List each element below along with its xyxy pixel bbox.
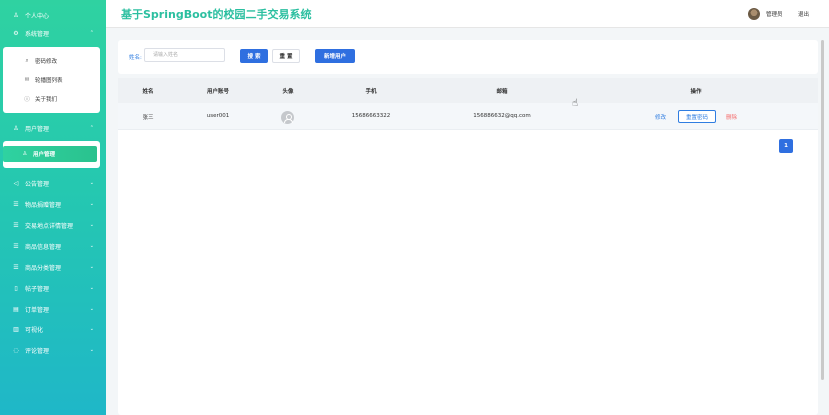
pagination-page-button[interactable]: 1 — [779, 139, 793, 153]
sidebar-item-about-us[interactable]: ⓘ 关于我们 — [3, 92, 100, 106]
cell-name: 张三 — [142, 115, 154, 121]
list-icon: ☰ — [13, 242, 19, 250]
sidebar-item-user-management[interactable]: ♙ 用户管理 ⌃ — [0, 121, 106, 135]
avatar[interactable] — [748, 8, 760, 20]
chevron-up-icon: ⌃ — [89, 30, 94, 36]
search-button[interactable]: 搜 索 — [240, 49, 268, 63]
delete-link[interactable]: 删除 — [726, 113, 737, 121]
chevron-down-icon: ⌄ — [89, 222, 94, 228]
name-label: 姓名: — [129, 55, 142, 61]
chart-icon: ▥ — [13, 325, 19, 333]
sidebar-item-label: 交易地点详情管理 — [25, 222, 74, 230]
mail-icon: ✉ — [24, 77, 30, 83]
sidebar-item-announcements[interactable]: ◁ 公告管理 ⌄ — [0, 176, 106, 190]
info-icon: ⓘ — [24, 97, 30, 103]
chevron-down-icon: ⌄ — [89, 326, 94, 332]
search-bar: 姓名: 请输入姓名 搜 索 重 置 新增用户 — [118, 40, 818, 74]
document-icon: ▤ — [13, 305, 19, 313]
users-icon: ♙ — [13, 124, 19, 132]
chevron-down-icon: ⌄ — [89, 201, 94, 207]
sidebar-item-carousel-list[interactable]: ✉ 轮播图列表 — [3, 73, 100, 87]
scrollbar[interactable] — [820, 30, 826, 385]
edit-link[interactable]: 修改 — [655, 113, 666, 121]
sidebar-item-visualization[interactable]: ▥ 可视化 ⌄ — [0, 322, 106, 336]
chevron-up-icon: ⌃ — [89, 125, 94, 131]
sidebar-item-label: 商品信息管理 — [25, 243, 62, 251]
chevron-down-icon: ⌄ — [89, 285, 94, 291]
sidebar-item-donations[interactable]: ☰ 物品捐赠管理 ⌄ — [0, 197, 106, 211]
sidebar-item-label: 密码修改 — [35, 59, 58, 65]
sidebar-item-categories[interactable]: ☰ 商品分类管理 ⌄ — [0, 260, 106, 274]
system-submenu: ⌕ 密码修改 ✉ 轮播图列表 ⓘ 关于我们 — [3, 47, 100, 113]
sidebar-item-label: 用户管理 — [25, 125, 50, 133]
list-icon: ☰ — [13, 221, 19, 229]
sidebar-item-personal-center[interactable]: ♙ 个人中心 — [0, 8, 106, 22]
sidebar-item-label: 商品分类管理 — [25, 264, 62, 272]
chevron-down-icon: ⌄ — [89, 306, 94, 312]
user-table: 姓名 用户账号 头像 手机 邮箱 操作 张三 user001 156866633… — [118, 78, 818, 415]
chevron-down-icon: ⌄ — [89, 264, 94, 270]
sidebar-item-label: 系统管理 — [25, 30, 50, 38]
user-avatar-placeholder — [281, 111, 294, 124]
sidebar-item-label: 公告管理 — [25, 180, 50, 188]
sidebar-item-system-management[interactable]: ⚙ 系统管理 ⌃ — [0, 26, 106, 40]
column-header-email: 邮箱 — [496, 89, 508, 95]
sidebar-item-label: 用户管理 — [33, 152, 56, 158]
user-icon: ♙ — [13, 11, 19, 19]
gear-icon: ⚙ — [13, 29, 19, 37]
reset-password-button[interactable]: 重置密码 — [678, 110, 716, 123]
sidebar-item-label: 物品捐赠管理 — [25, 201, 62, 209]
sidebar: ♙ 个人中心 ⚙ 系统管理 ⌃ ⌕ 密码修改 ✉ 轮播图列表 ⓘ 关于我们 ♙ … — [0, 0, 106, 415]
sidebar-item-label: 关于我们 — [35, 97, 58, 103]
sidebar-item-label: 可视化 — [25, 326, 44, 334]
app-title: 基于SpringBoot的校园二手交易系统 — [121, 8, 312, 21]
comment-icon: ◌ — [13, 346, 19, 354]
add-user-button[interactable]: 新增用户 — [315, 49, 355, 63]
column-header-avatar: 头像 — [282, 89, 294, 95]
main-content: 姓名: 请输入姓名 搜 索 重 置 新增用户 姓名 用户账号 头像 手机 邮箱 … — [106, 28, 829, 415]
sidebar-item-label: 订单管理 — [25, 306, 50, 314]
document-icon: ▯ — [14, 284, 18, 292]
megaphone-icon: ◁ — [13, 179, 19, 187]
column-header-name: 姓名 — [142, 89, 154, 95]
table-header: 姓名 用户账号 头像 手机 邮箱 操作 — [118, 78, 818, 103]
sidebar-item-user-list[interactable]: ♙ 用户管理 — [3, 146, 97, 162]
sidebar-item-label: 帖子管理 — [25, 285, 50, 293]
sidebar-item-password-change[interactable]: ⌕ 密码修改 — [3, 54, 100, 68]
list-icon: ☰ — [13, 200, 19, 208]
sidebar-item-posts[interactable]: ▯ 帖子管理 ⌄ — [0, 281, 106, 295]
sidebar-item-products[interactable]: ☰ 商品信息管理 ⌄ — [0, 239, 106, 253]
top-header: 基于SpringBoot的校园二手交易系统 管理员 退出 — [106, 0, 829, 28]
name-search-input[interactable]: 请输入姓名 — [144, 48, 225, 62]
column-header-phone: 手机 — [365, 89, 377, 95]
cell-phone: 15686663322 — [351, 113, 391, 119]
search-key-icon: ⌕ — [25, 57, 29, 64]
chevron-down-icon: ⌄ — [89, 180, 94, 186]
list-icon: ☰ — [13, 263, 19, 271]
sidebar-item-orders[interactable]: ▤ 订单管理 ⌄ — [0, 302, 106, 316]
column-header-actions: 操作 — [690, 89, 702, 95]
admin-name: 管理员 — [766, 12, 783, 18]
chevron-down-icon: ⌄ — [89, 347, 94, 353]
cell-account: user001 — [206, 113, 230, 119]
sidebar-item-label: 个人中心 — [25, 12, 50, 20]
reset-button[interactable]: 重 置 — [272, 49, 300, 63]
hand-cursor-icon: ☝ — [572, 98, 579, 109]
logout-link[interactable]: 退出 — [798, 10, 809, 18]
sidebar-item-comments[interactable]: ◌ 评论管理 ⌄ — [0, 343, 106, 357]
chevron-down-icon: ⌄ — [89, 243, 94, 249]
user-icon: ♙ — [22, 151, 28, 157]
column-header-account: 用户账号 — [206, 89, 229, 95]
sidebar-item-label: 评论管理 — [25, 347, 50, 355]
sidebar-item-label: 轮播图列表 — [35, 78, 63, 84]
sidebar-item-trade-locations[interactable]: ☰ 交易地点详情管理 ⌄ — [0, 218, 106, 232]
cell-email: 156886632@qq.com — [473, 113, 531, 119]
